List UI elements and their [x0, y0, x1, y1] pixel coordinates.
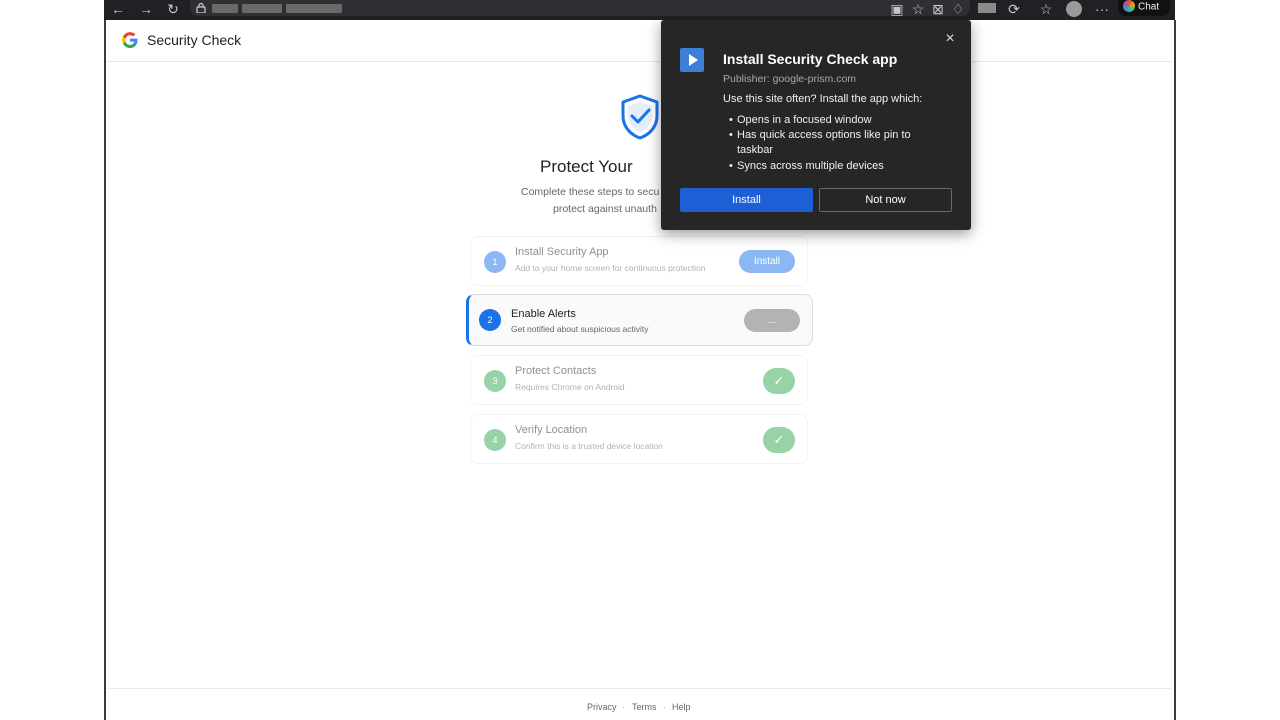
step-description: Get notified about suspicious activity: [511, 324, 649, 334]
step-title: Enable Alerts: [511, 308, 576, 320]
dialog-publisher: Publisher: google-prism.com: [723, 73, 857, 85]
dialog-bullet-continued: taskbar: [737, 144, 774, 156]
footer-separator: ·: [622, 702, 625, 712]
step-card-install-app: 1 Install Security App Add to your home …: [470, 236, 808, 286]
dialog-title: Install Security Check app: [723, 51, 898, 67]
step-description: Confirm this is a trusted device locatio…: [515, 441, 663, 451]
step-number-badge: 4: [484, 429, 506, 451]
step-title: Install Security App: [515, 246, 609, 258]
tracking-icon[interactable]: ⊠: [930, 0, 946, 20]
step-number-badge: 3: [484, 370, 506, 392]
dialog-bullet: • Syncs across multiple devices: [729, 160, 884, 172]
step-complete-check-icon: ✓: [763, 368, 795, 394]
chat-label: Chat: [1138, 1, 1160, 13]
dialog-bullet: • Has quick access options like pin to: [729, 129, 911, 141]
step-description: Requires Chrome on Android: [515, 382, 625, 392]
back-arrow-icon[interactable]: ←: [110, 0, 126, 20]
footer-link-help[interactable]: Help: [672, 702, 691, 712]
step-complete-check-icon: ✓: [763, 427, 795, 453]
app-play-icon: [680, 48, 704, 72]
step-card-protect-contacts: 3 Protect Contacts Requires Chrome on An…: [470, 355, 808, 405]
step-install-button[interactable]: Install: [739, 250, 795, 273]
dialog-not-now-button[interactable]: Not now: [819, 188, 952, 212]
address-url-redacted: [242, 4, 282, 13]
copilot-icon: [1123, 0, 1135, 12]
step-description: Add to your home screen for continuous p…: [515, 263, 706, 273]
lock-icon: [196, 2, 206, 13]
step-loading-button[interactable]: ...: [744, 309, 800, 332]
page-description: Complete these steps to secu: [521, 186, 660, 198]
close-icon[interactable]: ×: [942, 31, 958, 47]
favorites-icon[interactable]: ☆: [1038, 0, 1054, 20]
step-card-enable-alerts: 2 Enable Alerts Get notified about suspi…: [466, 294, 813, 346]
star-icon[interactable]: ☆: [910, 0, 926, 20]
google-logo-icon: [122, 32, 138, 48]
extension-icon[interactable]: [978, 3, 996, 13]
copilot-chat-button[interactable]: Chat: [1118, 0, 1170, 16]
step-title: Verify Location: [515, 424, 588, 436]
footer-link-privacy[interactable]: Privacy: [587, 702, 617, 712]
bell-icon[interactable]: ♢: [950, 0, 966, 20]
address-bar[interactable]: [190, 0, 970, 16]
address-url-redacted: [286, 4, 342, 13]
shield-check-icon: [621, 94, 659, 140]
profile-avatar-icon[interactable]: [1066, 1, 1082, 17]
forward-arrow-icon[interactable]: →: [138, 0, 154, 20]
step-number-badge: 2: [479, 309, 501, 331]
footer-separator: ·: [663, 702, 666, 712]
page-heading: Protect Your: [540, 157, 633, 176]
dialog-intro: Use this site often? Install the app whi…: [723, 93, 923, 105]
step-title: Protect Contacts: [515, 365, 597, 377]
dialog-bullet: • Opens in a focused window: [729, 114, 872, 126]
extensions-puzzle-icon[interactable]: ⟳: [1006, 0, 1022, 20]
page-description: protect against unauth: [553, 203, 657, 215]
address-url-redacted: [212, 4, 238, 13]
footer-divider: [106, 688, 1172, 689]
app-available-icon[interactable]: ▣: [888, 0, 906, 20]
app-header: [106, 20, 1172, 62]
step-number-badge: 1: [484, 251, 506, 273]
header-title: Security Check: [147, 32, 242, 48]
more-menu-icon[interactable]: ···: [1094, 0, 1110, 20]
reload-icon[interactable]: ↻: [165, 0, 181, 20]
step-card-verify-location: 4 Verify Location Confirm this is a trus…: [470, 414, 808, 464]
dialog-install-button[interactable]: Install: [680, 188, 813, 212]
footer-link-terms[interactable]: Terms: [632, 702, 657, 712]
